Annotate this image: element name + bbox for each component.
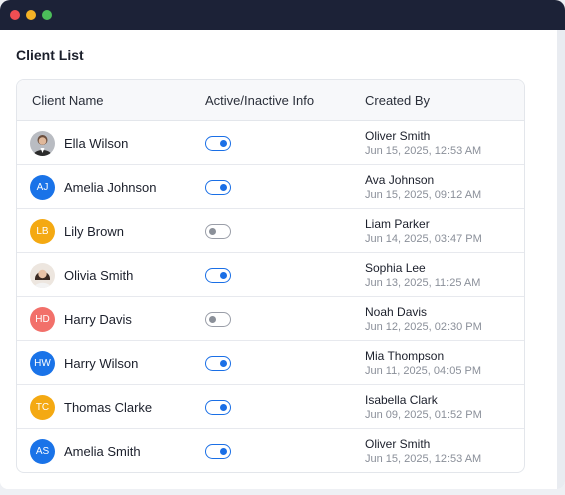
avatar: HW [30, 351, 55, 376]
client-name: Harry Wilson [64, 356, 139, 371]
maximize-window-button[interactable] [42, 10, 52, 20]
client-name: Amelia Smith [64, 444, 141, 459]
table-row[interactable]: HD Harry Davis Noah Davis Jun 12, 2025, 02:… [17, 297, 524, 341]
created-date: Jun 15, 2025, 12:53 AM [365, 453, 482, 465]
table-row[interactable]: Olivia Smith Sophia Lee Jun 13, 2025, 11:2… [17, 253, 524, 297]
created-by-name: Sophia Lee [365, 261, 426, 275]
avatar: TC [30, 395, 55, 420]
toggle-knob [220, 183, 227, 191]
created-by-name: Mia Thompson [365, 349, 445, 363]
created-date: Jun 13, 2025, 11:25 AM [365, 277, 481, 289]
created-date: Jun 11, 2025, 04:05 PM [365, 365, 481, 377]
active-toggle[interactable] [205, 224, 231, 239]
avatar: HD [30, 307, 55, 332]
active-toggle[interactable] [205, 356, 231, 371]
page-title: Client List [16, 47, 84, 63]
avatar [30, 131, 55, 156]
table-row[interactable]: LB Lily Brown Liam Parker Jun 14, 2025, 03:… [17, 209, 524, 253]
client-name: Lily Brown [64, 224, 124, 239]
column-header-active: Active/Inactive Info [205, 92, 315, 108]
active-toggle[interactable] [205, 444, 231, 459]
toggle-knob [220, 271, 227, 279]
created-by-name: Isabella Clark [365, 393, 438, 407]
avatar: LB [30, 219, 55, 244]
avatar [30, 263, 55, 288]
avatar: AJ [30, 175, 55, 200]
client-name: Thomas Clarke [64, 400, 153, 415]
table-row[interactable]: TC Thomas Clarke Isabella Clark Jun 09, 202… [17, 385, 524, 429]
toggle-knob [220, 139, 227, 147]
avatar: AS [30, 439, 55, 464]
close-window-button[interactable] [10, 10, 20, 20]
created-date: Jun 15, 2025, 12:53 AM [365, 145, 482, 157]
created-by-name: Oliver Smith [365, 437, 431, 451]
client-name: Ella Wilson [64, 136, 129, 151]
created-date: Jun 15, 2025, 09:12 AM [365, 189, 482, 201]
main-content: Client List Client Name Active/Inactive … [0, 30, 565, 489]
active-toggle[interactable] [205, 268, 231, 283]
table-body: Ella Wilson Oliver Smith Jun 15, 2025, 12:… [17, 121, 524, 472]
table-row[interactable]: Ella Wilson Oliver Smith Jun 15, 2025, 12:… [17, 121, 524, 165]
table-header: Client Name Active/Inactive Info Created… [17, 80, 524, 121]
created-date: Jun 12, 2025, 02:30 PM [365, 321, 482, 333]
column-header-client-name: Client Name [32, 92, 104, 108]
table-row[interactable]: HW Harry Wilson Mia Thompson Jun 11, 2025, … [17, 341, 524, 385]
active-toggle[interactable] [205, 400, 231, 415]
client-name: Olivia Smith [64, 268, 134, 283]
created-by-name: Noah Davis [365, 305, 428, 319]
active-toggle[interactable] [205, 180, 231, 195]
title-bar [0, 0, 565, 30]
toggle-knob [220, 447, 227, 455]
created-date: Jun 14, 2025, 03:47 PM [365, 233, 482, 245]
column-header-created-by: Created By [365, 92, 431, 108]
toggle-knob [220, 359, 227, 367]
toggle-knob [209, 315, 216, 323]
table-row[interactable]: AS Amelia Smith Oliver Smith Jun 15, 2025, … [17, 429, 524, 472]
active-toggle[interactable] [205, 312, 231, 327]
app-window: Client List Client Name Active/Inactive … [0, 0, 565, 489]
client-table: Client Name Active/Inactive Info Created… [16, 79, 525, 473]
toggle-knob [220, 403, 227, 411]
toggle-knob [209, 227, 216, 235]
client-name: Amelia Johnson [64, 180, 157, 195]
created-by-name: Ava Johnson [365, 173, 435, 187]
table-row[interactable]: AJ Amelia Johnson Ava Johnson Jun 15, 2025,… [17, 165, 524, 209]
minimize-window-button[interactable] [26, 10, 36, 20]
active-toggle[interactable] [205, 136, 231, 151]
scrollbar-track[interactable] [557, 30, 565, 489]
client-name: Harry Davis [64, 312, 132, 327]
created-by-name: Liam Parker [365, 217, 430, 231]
created-date: Jun 09, 2025, 01:52 PM [365, 409, 482, 421]
created-by-name: Oliver Smith [365, 129, 431, 143]
